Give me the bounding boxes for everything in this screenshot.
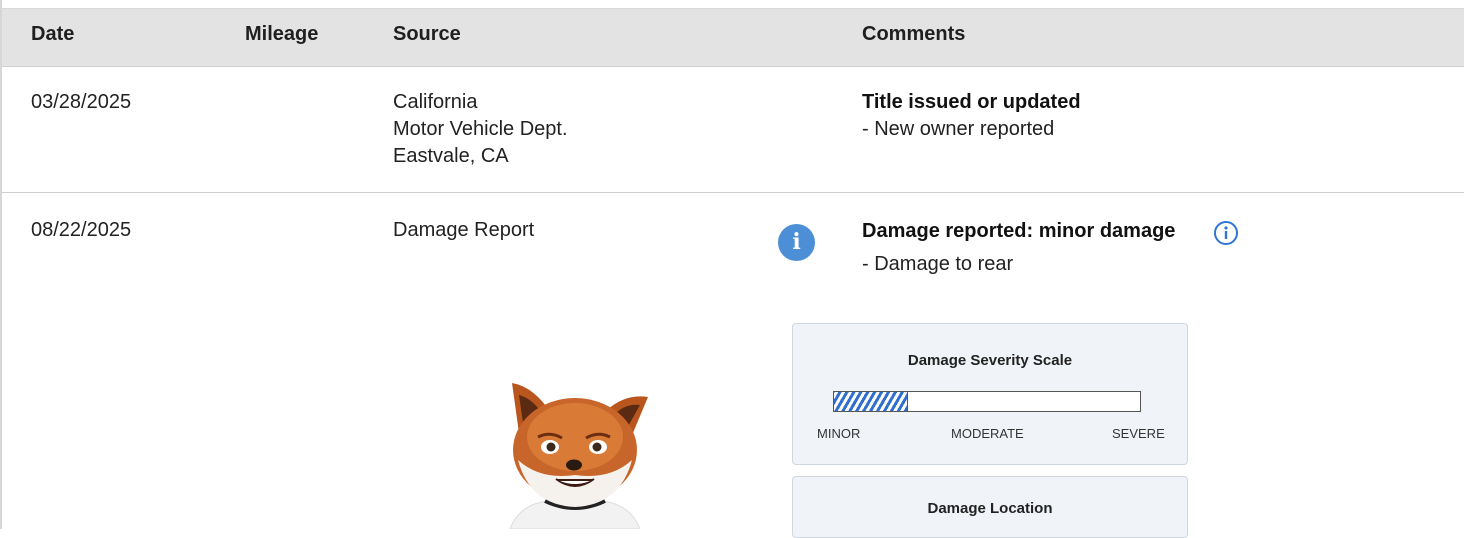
row-source: California Motor Vehicle Dept. Eastvale,…: [393, 89, 568, 170]
severity-scale-bar: [833, 391, 1141, 412]
top-edge: [0, 0, 1464, 9]
row-comments: Damage reported: minor damage - Damage t…: [862, 218, 1175, 278]
table-header: Date Mileage Source Comments: [2, 9, 1464, 67]
severity-label-minor: MINOR: [817, 426, 861, 441]
comment-title: Damage reported: minor damage: [862, 220, 1176, 242]
left-edge: [0, 0, 2, 529]
comment-title: Title issued or updated: [862, 91, 1081, 113]
severity-label-severe: SEVERE: [1112, 426, 1165, 441]
header-comments: Comments: [862, 23, 966, 45]
comment-detail: - Damage to rear: [862, 253, 1014, 275]
row-source: Damage Report: [393, 217, 534, 244]
info-icon[interactable]: i: [778, 224, 815, 261]
source-line: Damage Report: [393, 219, 535, 241]
row-comments: Title issued or updated - New owner repo…: [862, 89, 1081, 143]
info-outline-icon[interactable]: [1213, 220, 1239, 246]
comment-detail: - New owner reported: [862, 118, 1055, 140]
header-date: Date: [31, 23, 75, 45]
severity-label-moderate: MODERATE: [951, 426, 1024, 441]
source-line: Motor Vehicle Dept.: [393, 118, 568, 140]
fox-mascot: [509, 383, 648, 529]
header-source: Source: [393, 23, 461, 45]
damage-severity-panel: Damage Severity Scale MINOR MODERATE SEV…: [792, 323, 1188, 465]
source-line: Eastvale, CA: [393, 145, 509, 167]
severity-title: Damage Severity Scale: [907, 352, 1073, 369]
row-divider: [2, 192, 1464, 193]
severity-scale-fill: [834, 392, 909, 411]
row-date: 03/28/2025: [31, 91, 132, 113]
source-line: California: [393, 91, 478, 113]
location-title: Damage Location: [927, 500, 1053, 517]
header-mileage: Mileage: [245, 23, 319, 45]
row-date: 08/22/2025: [31, 219, 132, 241]
